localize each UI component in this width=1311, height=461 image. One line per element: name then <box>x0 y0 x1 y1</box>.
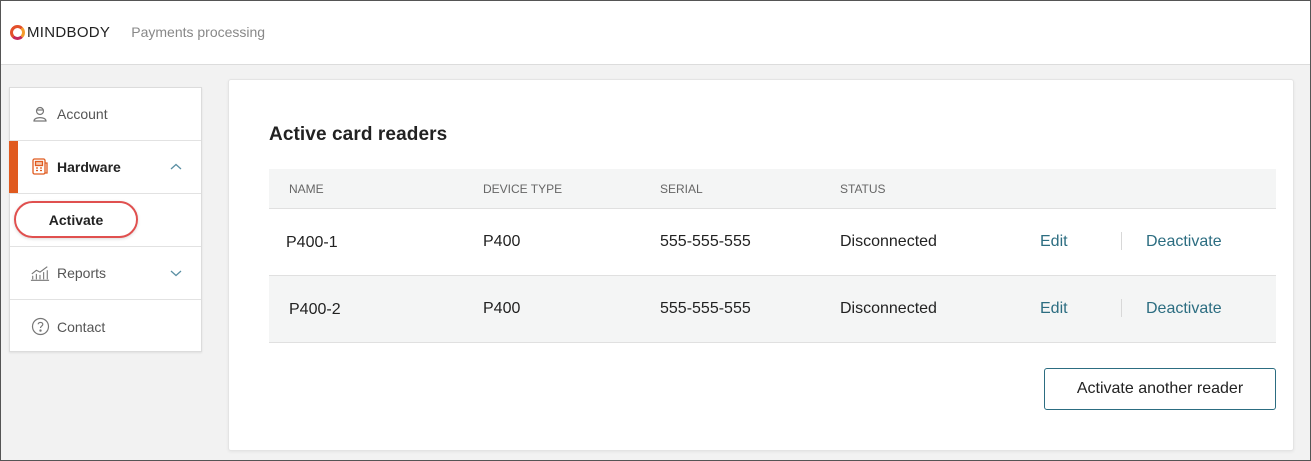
edit-link[interactable]: Edit <box>1040 300 1068 318</box>
reader-serial: 555-555-555 <box>660 233 751 250</box>
app-name: Payments processing <box>131 24 266 40</box>
sidebar-item-label: Hardware <box>57 159 121 175</box>
chevron-down-icon[interactable] <box>169 267 183 279</box>
reader-serial: 555-555-555 <box>660 300 751 317</box>
card-readers-table: NAME DEVICE TYPE SERIAL STATUS P400-1 P4… <box>269 169 1276 343</box>
sidebar: Account Hardware Activate Reports Contac… <box>9 87 202 352</box>
reader-name: P400-1 <box>286 234 338 251</box>
table-row: P400-2 P400 555-555-555 Disconnected Edi… <box>269 276 1276 343</box>
sidebar-subitem-activate[interactable]: Activate <box>10 194 201 247</box>
link-divider <box>1121 299 1122 317</box>
sidebar-item-account[interactable]: Account <box>10 88 201 141</box>
sidebar-item-label: Reports <box>57 265 107 281</box>
reader-status: Disconnected <box>840 300 937 317</box>
table-header: NAME DEVICE TYPE SERIAL STATUS <box>269 169 1276 209</box>
sidebar-item-hardware[interactable]: Hardware <box>9 141 201 194</box>
edit-link[interactable]: Edit <box>1040 233 1068 251</box>
reader-device-type: P400 <box>483 233 521 250</box>
card-reader-icon <box>30 157 50 177</box>
page-title: Active card readers <box>269 124 448 145</box>
column-header-device-type: DEVICE TYPE <box>483 182 563 196</box>
top-bar: MINDBODY Payments processing <box>0 0 1311 65</box>
column-header-name: NAME <box>289 182 324 196</box>
sidebar-item-label: Account <box>57 106 108 122</box>
sidebar-item-contact[interactable]: Contact <box>10 300 201 353</box>
sidebar-item-reports[interactable]: Reports <box>10 247 201 300</box>
reader-name: P400-2 <box>289 301 341 318</box>
sidebar-subitem-label: Activate <box>14 201 138 238</box>
column-header-serial: SERIAL <box>660 182 703 196</box>
chevron-up-icon[interactable] <box>169 161 183 173</box>
column-header-status: STATUS <box>840 182 886 196</box>
mindbody-logo[interactable]: MINDBODY <box>10 24 110 41</box>
deactivate-link[interactable]: Deactivate <box>1146 300 1222 318</box>
activate-another-reader-button[interactable]: Activate another reader <box>1044 368 1276 410</box>
table-row: P400-1 P400 555-555-555 Disconnected Edi… <box>269 209 1276 276</box>
reader-device-type: P400 <box>483 300 521 317</box>
help-icon <box>30 317 50 337</box>
chart-icon <box>30 263 50 283</box>
card-readers-panel: Active card readers NAME DEVICE TYPE SER… <box>228 79 1294 451</box>
logo-text: MINDBODY <box>27 23 111 41</box>
deactivate-link[interactable]: Deactivate <box>1146 233 1222 251</box>
logo-mark-icon <box>10 24 25 40</box>
link-divider <box>1121 232 1122 250</box>
sidebar-item-label: Contact <box>57 318 106 335</box>
reader-status: Disconnected <box>840 233 937 250</box>
user-icon <box>30 104 50 124</box>
